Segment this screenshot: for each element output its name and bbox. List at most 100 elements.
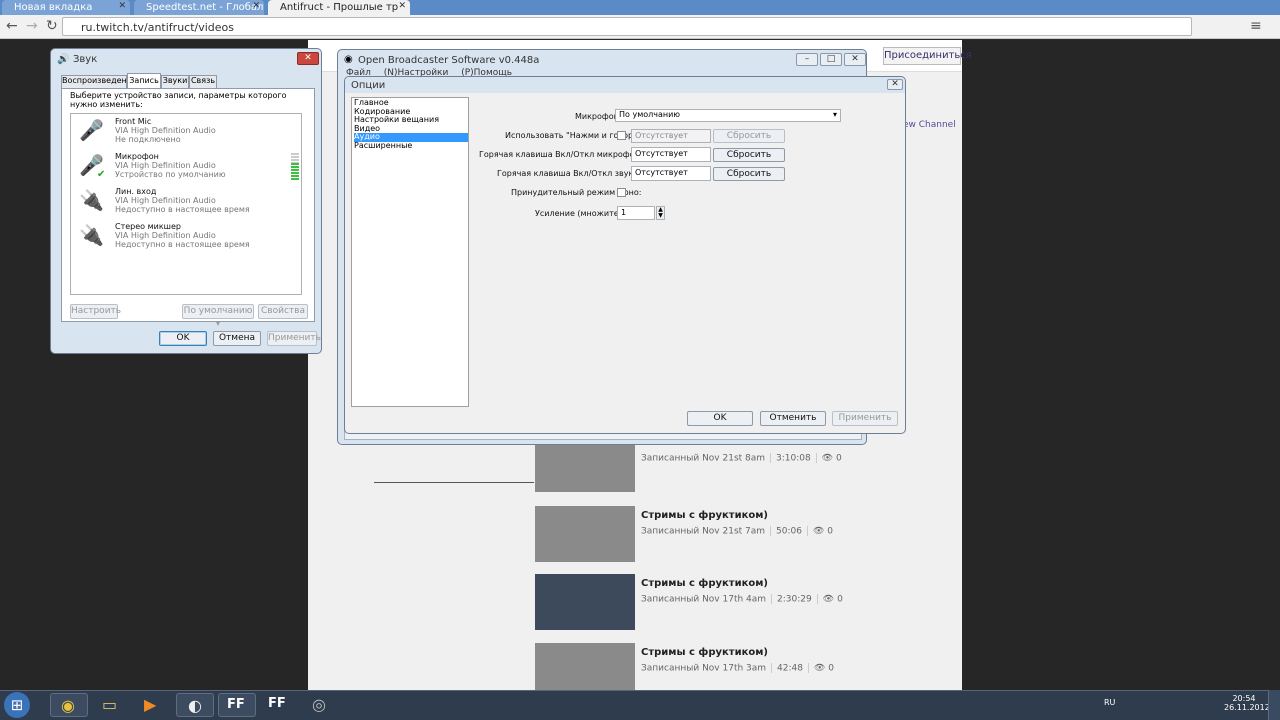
mono-checkbox[interactable]	[617, 188, 626, 197]
close-button[interactable]: ✕	[887, 79, 903, 90]
cancel-button[interactable]: Отмена	[213, 331, 261, 346]
set-default-button[interactable]: По умолчанию ▾	[182, 304, 254, 329]
sound-hotkey-label: Горячая клавиша Вкл/Откл звука:	[497, 169, 641, 178]
close-button[interactable]: ✕	[844, 53, 866, 66]
start-button[interactable]: ⊞	[4, 692, 30, 718]
new-channel-link[interactable]: ew Channel	[903, 120, 956, 130]
video-thumbnail[interactable]	[535, 438, 635, 492]
spin-down-icon[interactable]: ▼	[657, 213, 664, 219]
ff-taskbar-button-2[interactable]: FF	[260, 693, 298, 717]
video-thumbnail[interactable]	[535, 574, 635, 630]
properties-button[interactable]: Свойства	[258, 304, 308, 319]
chevron-down-icon: ▾	[832, 110, 837, 119]
configure-button[interactable]: Настроить	[70, 304, 121, 319]
tab-new[interactable]: Новая вкладка ✕	[2, 0, 130, 15]
level-meter	[291, 153, 299, 181]
join-button[interactable]: Присоединиться	[883, 47, 972, 65]
device-item[interactable]: 🔌 Лин. вход VIA High Definition Audio Не…	[71, 186, 301, 220]
language-indicator[interactable]: RU	[1104, 698, 1115, 707]
category-list: Главное Кодирование Настройки вещания Ви…	[351, 97, 469, 407]
ok-button[interactable]: OK	[159, 331, 207, 346]
tab-sounds[interactable]: Звуки	[161, 75, 189, 89]
tab-playback[interactable]: Воспроизведение	[61, 75, 137, 89]
apply-button[interactable]: Применить	[267, 331, 321, 346]
microphone-select[interactable]: По умолчанию ▾	[615, 109, 841, 122]
video-meta: Записанный Nov 21st 8am 3:10:08 👁 0	[641, 453, 842, 464]
folder-icon: ▭	[102, 695, 118, 714]
disc-icon: ◎	[312, 695, 326, 714]
menu-icon[interactable]: ≡	[1250, 18, 1262, 34]
ff-taskbar-button-1[interactable]: FF	[218, 693, 256, 717]
clock[interactable]: 20:54 26.11.2012	[1224, 694, 1270, 712]
tab-communications[interactable]: Связь	[189, 75, 217, 89]
window-title: Опции	[351, 80, 386, 91]
video-meta: Записанный Nov 17th 4am 2:30:29 👁 0	[641, 594, 843, 605]
video-row[interactable]: Записанный Nov 21st 8am 3:10:08 👁 0	[535, 438, 947, 504]
close-icon[interactable]: ✕	[398, 1, 406, 11]
reset-push-to-talk-button[interactable]: Сбросить	[713, 129, 785, 143]
tab-speedtest[interactable]: Speedtest.net - Глобальн ✕	[134, 0, 264, 15]
disc-taskbar-button[interactable]: ◎	[302, 693, 340, 717]
window-title: Звук	[73, 54, 98, 65]
push-to-talk-checkbox[interactable]	[617, 131, 626, 140]
divider	[374, 482, 534, 483]
chrome-icon: ◉	[61, 696, 75, 715]
obs-taskbar-button[interactable]: ◐	[176, 693, 214, 717]
tab-antifruct[interactable]: Antifruct - Прошлые тр ✕	[268, 0, 410, 15]
maximize-button[interactable]: □	[820, 53, 842, 66]
tab-strip: Воспроизведение Запись Звуки Связь	[61, 73, 313, 89]
title-bar	[345, 77, 905, 93]
close-icon[interactable]: ✕	[252, 1, 260, 11]
video-thumbnail[interactable]	[535, 506, 635, 562]
show-desktop-button[interactable]	[1268, 690, 1280, 720]
close-icon[interactable]: ✕	[118, 1, 126, 11]
obs-icon: ◐	[188, 696, 202, 715]
device-item[interactable]: 🔌 Стерео микшер VIA High Definition Audi…	[71, 221, 301, 255]
device-item[interactable]: 🎤 Front Mic VIA High Definition Audio Не…	[71, 116, 301, 150]
cable-icon: 🔌	[79, 223, 104, 247]
media-player-taskbar-button[interactable]: ▶	[134, 693, 172, 717]
sound-hotkey-field[interactable]: Отсутствует	[631, 166, 711, 181]
video-title[interactable]: Стримы с фруктиком)	[641, 510, 768, 521]
forward-icon[interactable]: →	[26, 18, 38, 34]
chrome-taskbar-button[interactable]: ◉	[50, 693, 88, 717]
gain-input[interactable]: 1	[617, 206, 655, 220]
cable-icon: 🔌	[79, 188, 104, 212]
device-item[interactable]: 🎤 ✔ Микрофон VIA High Definition Audio У…	[71, 151, 301, 185]
ff-icon: FF	[268, 696, 286, 711]
eye-icon: 👁	[821, 453, 834, 464]
push-to-talk-hotkey[interactable]: Отсутствует	[631, 129, 711, 143]
eye-icon: 👁	[812, 526, 825, 537]
video-thumbnail[interactable]	[535, 643, 635, 690]
chevron-down-icon: ▾	[215, 319, 221, 329]
obs-logo-icon: ◉	[344, 54, 353, 65]
tab-recording[interactable]: Запись	[127, 73, 161, 89]
explorer-taskbar-button[interactable]: ▭	[92, 693, 130, 717]
category-item-advanced[interactable]: Расширенные	[354, 141, 468, 151]
ok-button[interactable]: OK	[687, 411, 753, 426]
apply-button[interactable]: Применить	[832, 411, 898, 426]
reset-mic-hotkey-button[interactable]: Сбросить	[713, 148, 785, 162]
close-button[interactable]: ✕	[297, 52, 319, 65]
cancel-button[interactable]: Отменить	[760, 411, 826, 426]
back-icon[interactable]: ←	[6, 18, 18, 34]
video-row[interactable]: Стримы с фруктиком) Записанный Nov 21st …	[535, 506, 947, 572]
video-meta: Записанный Nov 17th 3am 42:48 👁 0	[641, 663, 835, 674]
browser-tab-strip: Новая вкладка ✕ Speedtest.net - Глобальн ✕…	[0, 0, 1280, 15]
reload-icon[interactable]: ↻	[46, 18, 58, 34]
video-title[interactable]: Стримы с фруктиком)	[641, 578, 768, 589]
mic-hotkey-field[interactable]: Отсутствует	[631, 147, 711, 162]
minimize-button[interactable]: –	[796, 53, 818, 66]
video-row[interactable]: Стримы с фруктиком) Записанный Nov 17th …	[535, 643, 947, 690]
address-bar[interactable]: ru.twitch.tv/antifruct/videos	[62, 17, 1192, 36]
play-icon: ▶	[144, 695, 157, 714]
gain-spinner[interactable]: ▲ ▼	[656, 206, 665, 220]
ff-icon: FF	[227, 697, 245, 712]
window-title: Open Broadcaster Software v0.448a	[358, 55, 540, 66]
reset-sound-hotkey-button[interactable]: Сбросить	[713, 167, 785, 181]
video-row[interactable]: Стримы с фруктиком) Записанный Nov 17th …	[535, 574, 947, 640]
video-meta: Записанный Nov 21st 7am 50:06 👁 0	[641, 526, 834, 537]
mic-hotkey-label: Горячая клавиша Вкл/Откл микрофона:	[479, 150, 648, 159]
video-title[interactable]: Стримы с фруктиком)	[641, 647, 768, 658]
eye-icon: 👁	[822, 594, 835, 605]
